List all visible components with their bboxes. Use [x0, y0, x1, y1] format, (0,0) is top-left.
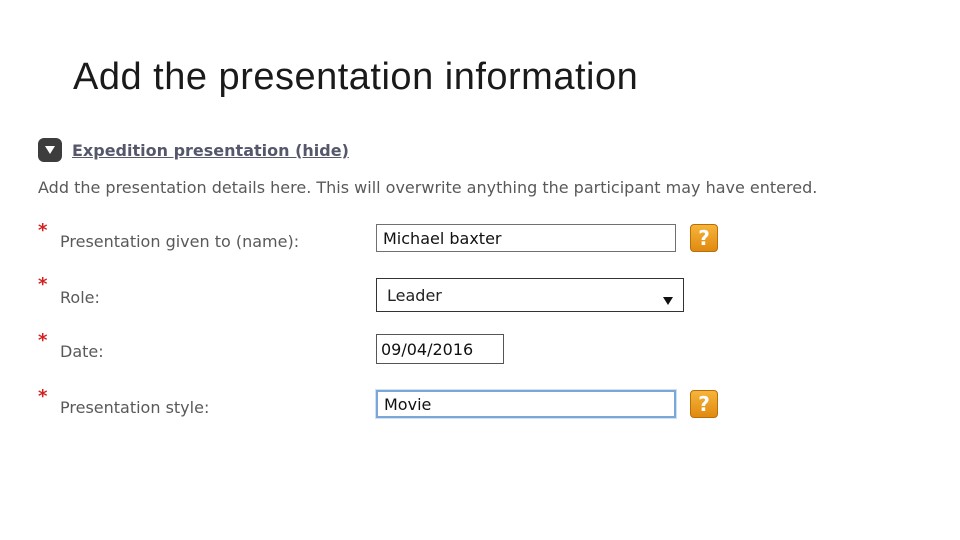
dropdown-arrow-icon [663, 290, 673, 309]
collapse-triangle-icon[interactable] [38, 138, 62, 162]
role-select[interactable]: Leader [376, 278, 684, 312]
question-mark-icon[interactable]: ? [690, 390, 718, 418]
required-marker: * [38, 330, 48, 351]
required-marker: * [38, 386, 48, 407]
date-label: Date: [60, 342, 104, 361]
required-marker: * [38, 274, 48, 295]
name-input[interactable] [376, 224, 676, 252]
section-title-link[interactable]: Expedition presentation (hide) [72, 141, 349, 160]
form-row-date: * Date: [38, 330, 918, 366]
required-marker: * [38, 220, 48, 241]
role-label: Role: [60, 288, 100, 307]
question-mark-icon[interactable]: ? [690, 224, 718, 252]
name-label: Presentation given to (name): [60, 232, 300, 251]
style-label: Presentation style: [60, 398, 210, 417]
form-row-name: * Presentation given to (name): ? [38, 220, 918, 256]
presentation-style-input[interactable] [376, 390, 676, 418]
form-row-style: * Presentation style: ? [38, 386, 918, 422]
role-select-value: Leader [387, 286, 442, 305]
date-input[interactable] [376, 334, 504, 364]
section-instructions: Add the presentation details here. This … [38, 178, 818, 197]
form-row-role: * Role: Leader [38, 274, 918, 312]
section-header[interactable]: Expedition presentation (hide) [38, 138, 349, 162]
form-screenshot: Expedition presentation (hide) Add the p… [30, 128, 930, 438]
slide-title: Add the presentation information [73, 56, 639, 98]
